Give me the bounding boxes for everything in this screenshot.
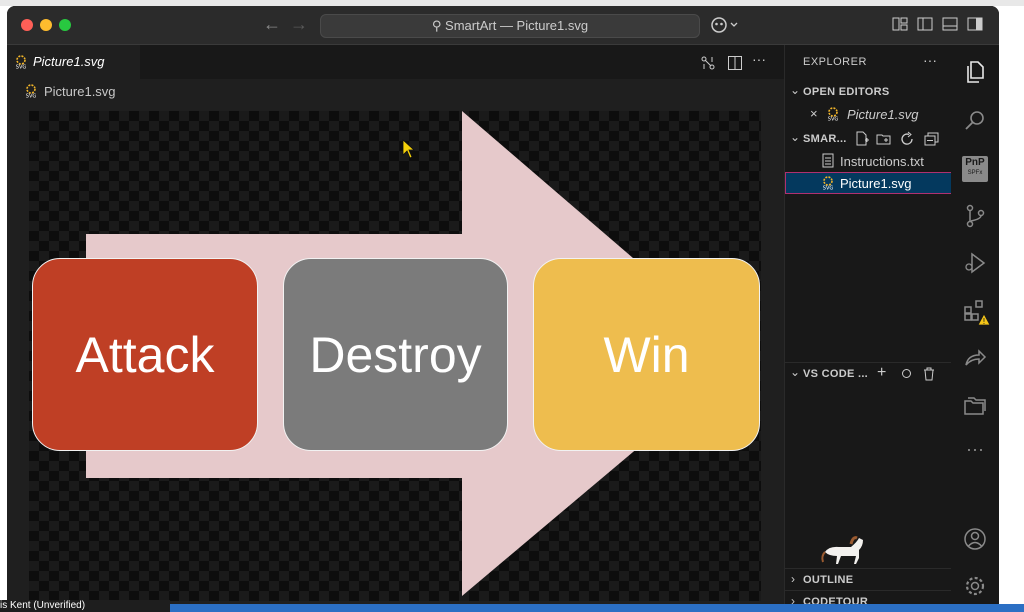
open-editors-header[interactable]: ⌄ OPEN EDITORS bbox=[785, 81, 952, 103]
step-label: Win bbox=[603, 326, 690, 383]
refresh-icon[interactable] bbox=[899, 131, 915, 147]
split-editor-icon[interactable] bbox=[727, 55, 743, 71]
warning-icon: ! bbox=[977, 313, 991, 326]
step-box-destroy: Destroy bbox=[283, 258, 508, 451]
chevron-right-icon: › bbox=[791, 572, 795, 586]
open-editor-item[interactable]: × SVG Picture1.svg bbox=[785, 103, 952, 125]
step-label: Destroy bbox=[309, 326, 482, 383]
svg-text:SVG: SVG bbox=[16, 65, 27, 70]
run-debug-icon[interactable] bbox=[963, 251, 987, 275]
text-file-icon bbox=[822, 153, 834, 168]
pet-horse-icon bbox=[821, 536, 863, 564]
breadcrumb: SVG Picture1.svg bbox=[7, 79, 784, 105]
svg-file-icon: SVG bbox=[26, 84, 37, 99]
more-actions-icon[interactable]: ··· bbox=[752, 51, 766, 67]
toggle-panel-icon[interactable] bbox=[942, 17, 958, 31]
svg-text:!: ! bbox=[982, 317, 985, 326]
mouse-cursor-icon bbox=[402, 139, 416, 159]
open-preview-icon[interactable] bbox=[700, 55, 716, 71]
svg-text:SVG: SVG bbox=[26, 94, 37, 99]
customize-layout-icon[interactable] bbox=[892, 17, 908, 31]
explorer-sidebar: EXPLORER ··· ⌄ OPEN EDITORS × SVG Pictur… bbox=[784, 45, 952, 606]
add-icon[interactable]: + bbox=[877, 364, 886, 382]
account-icon[interactable] bbox=[963, 527, 987, 551]
presenter-bar: is Kent (Unverified) bbox=[0, 600, 170, 612]
folder-header[interactable]: ⌄ SMAR... bbox=[785, 128, 952, 150]
step-label: Attack bbox=[75, 326, 215, 383]
window-title: SmartArt — Picture1.svg bbox=[445, 18, 589, 33]
back-arrow-icon[interactable]: ← bbox=[263, 14, 281, 35]
svg-text:SVG: SVG bbox=[828, 117, 839, 122]
new-folder-icon[interactable] bbox=[876, 131, 892, 147]
pnp-spfx-icon[interactable]: PnP SPFx bbox=[962, 156, 988, 182]
tab-label: Picture1.svg bbox=[33, 54, 105, 69]
title-bar: ← → ⚲ SmartArt — Picture1.svg bbox=[7, 6, 999, 45]
activity-bar: PnP SPFx ! ··· bbox=[951, 45, 999, 606]
sidebar-title: EXPLORER bbox=[803, 56, 867, 68]
minimize-window-button[interactable] bbox=[40, 19, 52, 31]
svg-file-icon: SVG bbox=[16, 55, 27, 70]
presenter-name: is Kent (Unverified) bbox=[0, 600, 86, 611]
editor-tab-bar: SVG Picture1.svg ··· bbox=[7, 45, 784, 79]
explorer-more-icon[interactable]: ··· bbox=[923, 52, 937, 68]
step-box-attack: Attack bbox=[32, 258, 258, 451]
folders-icon[interactable] bbox=[963, 394, 987, 418]
close-window-button[interactable] bbox=[21, 19, 33, 31]
forward-arrow-icon[interactable]: → bbox=[290, 14, 308, 35]
command-center-search[interactable]: ⚲ SmartArt — Picture1.svg bbox=[320, 14, 700, 38]
svg-file-icon: SVG bbox=[828, 107, 839, 122]
chevron-down-icon: ⌄ bbox=[790, 365, 801, 379]
svg-preview-canvas[interactable]: Attack Destroy Win bbox=[29, 111, 761, 601]
zoom-window-button[interactable] bbox=[59, 19, 71, 31]
file-item-picture1[interactable]: SVG Picture1.svg bbox=[785, 172, 952, 194]
copilot-icon[interactable] bbox=[710, 16, 740, 34]
file-item-instructions[interactable]: Instructions.txt bbox=[785, 150, 952, 172]
toggle-primary-sidebar-icon[interactable] bbox=[917, 17, 933, 31]
step-box-win: Win bbox=[533, 258, 760, 451]
search-icon[interactable] bbox=[963, 108, 987, 132]
circle-icon[interactable] bbox=[902, 369, 911, 378]
vscode-panel-header[interactable]: ⌄ VS CODE ... + bbox=[785, 362, 952, 385]
outline-header[interactable]: › OUTLINE bbox=[785, 568, 952, 591]
chevron-down-icon: ⌄ bbox=[790, 130, 801, 144]
new-file-icon[interactable] bbox=[854, 131, 870, 147]
chevron-down-icon: ⌄ bbox=[790, 83, 801, 97]
breadcrumb-file[interactable]: Picture1.svg bbox=[44, 84, 116, 99]
search-icon: ⚲ bbox=[431, 18, 442, 33]
svg-text:SVG: SVG bbox=[823, 186, 834, 191]
source-control-icon[interactable] bbox=[963, 204, 987, 228]
remote-explorer-icon[interactable] bbox=[963, 346, 987, 370]
toggle-secondary-sidebar-icon[interactable] bbox=[967, 17, 983, 31]
trash-icon[interactable] bbox=[922, 366, 936, 382]
collapse-all-icon[interactable] bbox=[924, 131, 940, 147]
svg-file-icon: SVG bbox=[823, 176, 834, 191]
gear-icon[interactable] bbox=[963, 574, 987, 598]
vscode-window: ← → ⚲ SmartArt — Picture1.svg SVG Pictur… bbox=[7, 6, 999, 606]
editor-tab-picture1[interactable]: SVG Picture1.svg bbox=[7, 45, 140, 79]
explorer-icon[interactable] bbox=[963, 60, 987, 84]
close-icon[interactable]: × bbox=[810, 106, 818, 121]
more-icon[interactable]: ··· bbox=[966, 439, 984, 460]
